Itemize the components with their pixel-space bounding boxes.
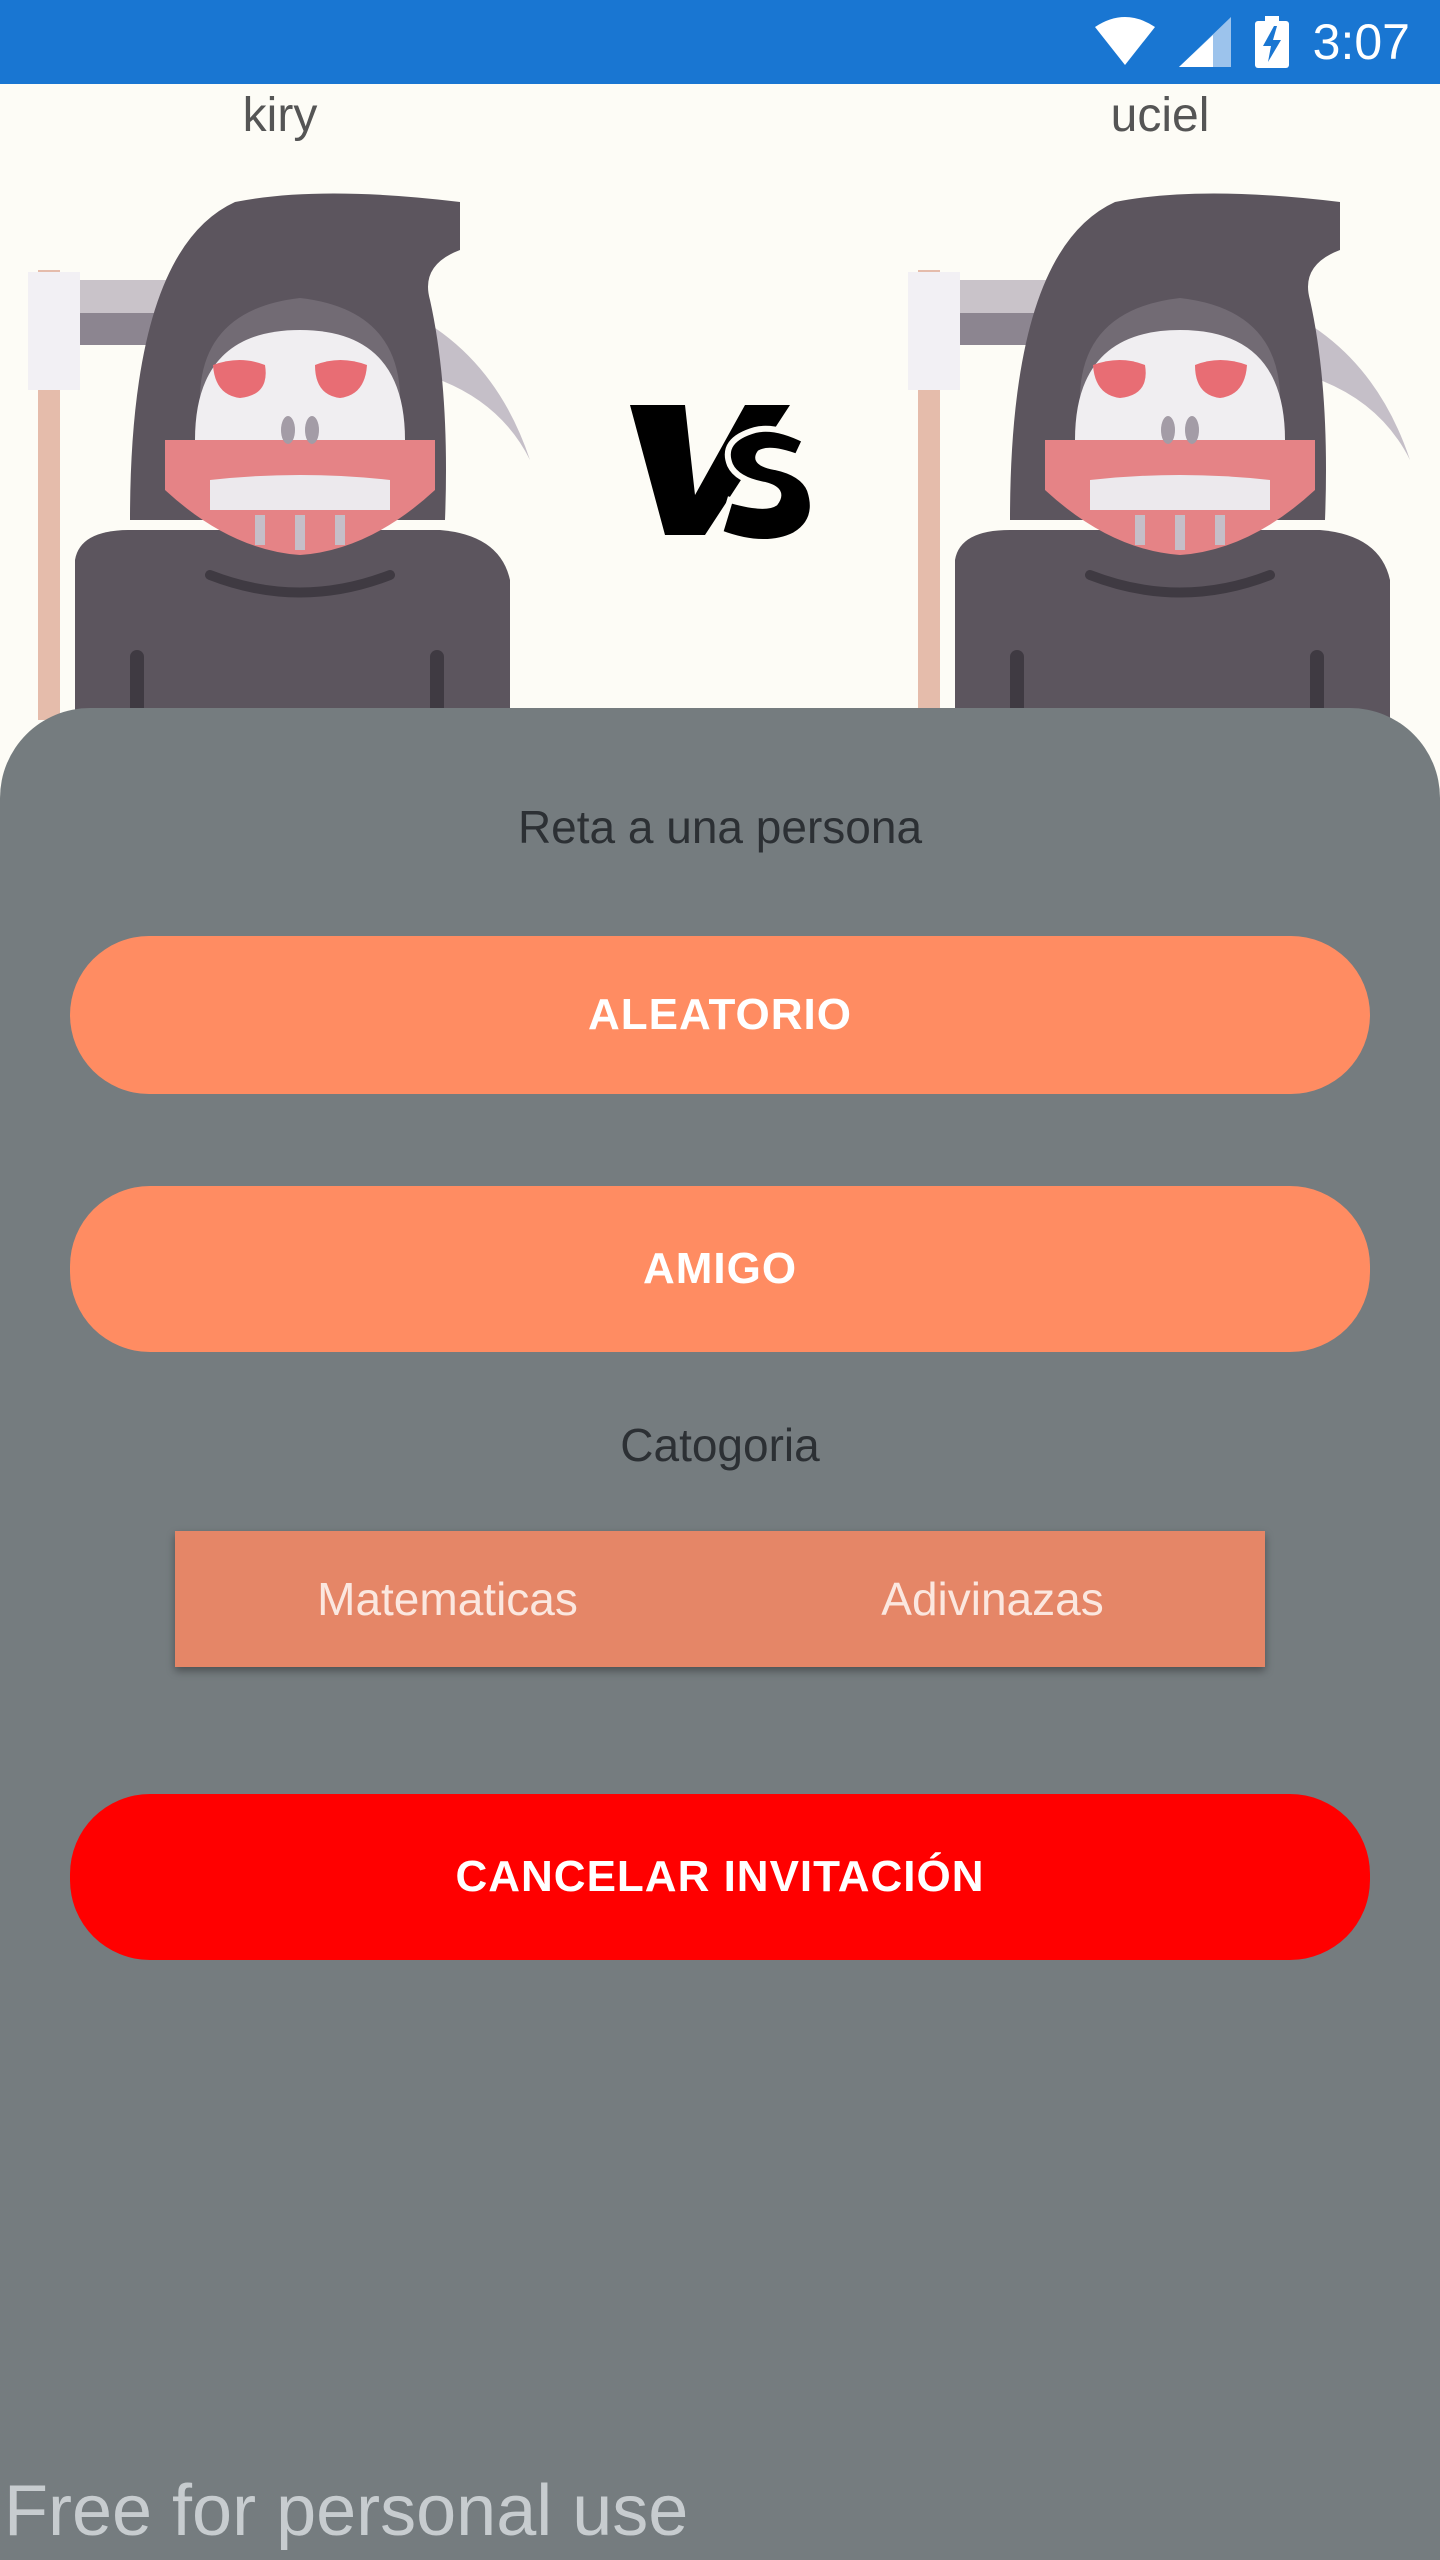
sheet-title: Reta a una persona (517, 801, 923, 853)
grim-reaper-icon (28, 193, 530, 720)
player-right-name: uciel (1110, 89, 1210, 142)
category-selector: Matematicas Adivinazas (175, 1531, 1265, 1667)
status-time: 3:07 (1312, 14, 1410, 70)
watermark: Free for personal use (4, 2471, 689, 2551)
wifi-icon (1094, 17, 1155, 65)
status-bar: 3:07 (0, 0, 1440, 84)
random-opponent-button[interactable]: ALEATORIO (70, 936, 1370, 1094)
category-option-adivinazas[interactable]: Adivinazas (720, 1531, 1265, 1667)
cancel-invitation-button[interactable]: CANCELAR INVITACIÓN (70, 1794, 1370, 1960)
player-left-name: kiry (242, 89, 318, 142)
friend-opponent-button[interactable]: AMIGO (70, 1186, 1370, 1352)
grim-reaper-icon (908, 193, 1410, 720)
category-label: Catogoria (620, 1419, 820, 1471)
category-option-matematicas[interactable]: Matematicas (175, 1531, 720, 1667)
battery-charging-icon (1254, 16, 1289, 68)
vs-logo (630, 405, 815, 546)
cell-signal-icon (1178, 17, 1231, 67)
